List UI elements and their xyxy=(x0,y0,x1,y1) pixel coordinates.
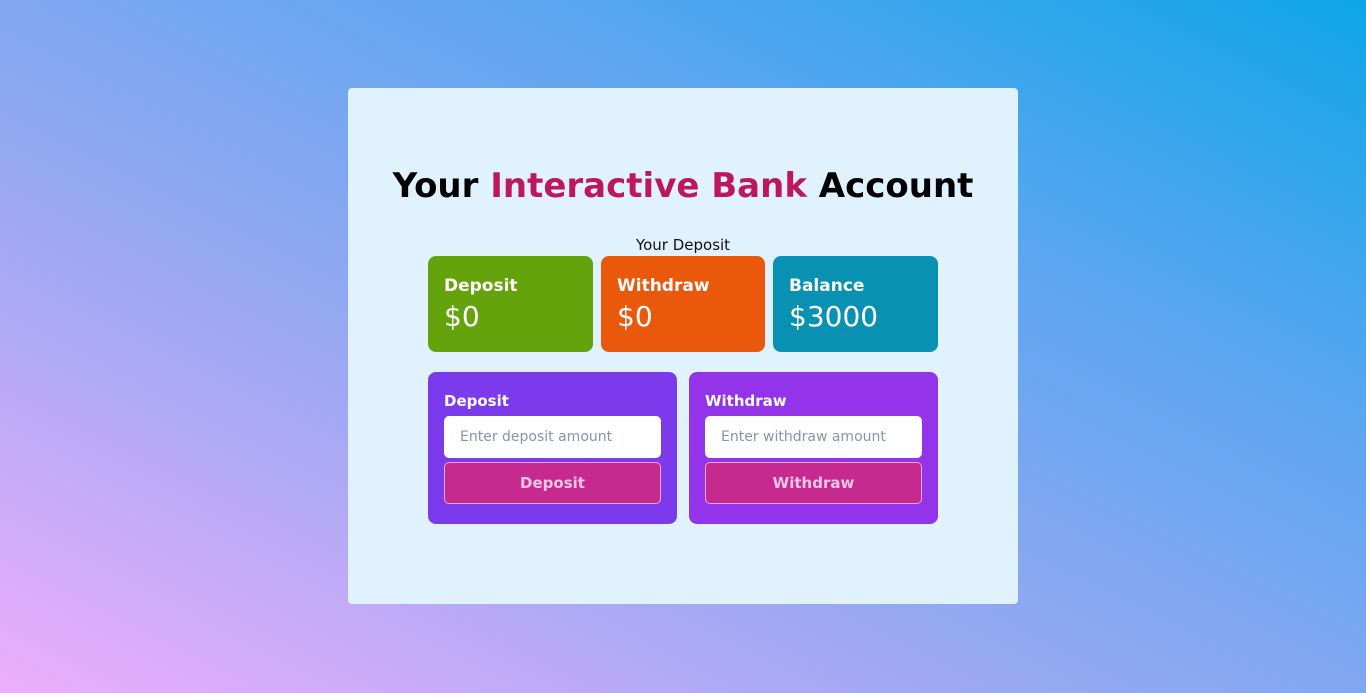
balance-stat-label: Balance xyxy=(789,276,865,296)
deposit-button[interactable]: Deposit xyxy=(444,462,661,504)
section-subtitle: Your Deposit xyxy=(635,236,731,254)
withdraw-stat-value: $0 xyxy=(617,300,653,333)
deposit-stat-label: Deposit xyxy=(444,276,518,296)
withdraw-button[interactable]: Withdraw xyxy=(705,462,922,504)
withdraw-form-label: Withdraw xyxy=(705,392,787,410)
title-part-1: Your xyxy=(392,166,491,206)
title-part-2: Account xyxy=(806,166,974,206)
balance-stat-value: $3000 xyxy=(789,300,879,333)
title-highlight: Interactive Bank xyxy=(490,166,807,206)
page-title: Your Interactive Bank Account xyxy=(0,166,1366,206)
deposit-stat-value: $0 xyxy=(444,300,480,333)
deposit-stat-card: Deposit $0 xyxy=(428,256,593,352)
deposit-form-label: Deposit xyxy=(444,392,509,410)
withdraw-form: Withdraw Withdraw xyxy=(689,372,938,524)
withdraw-stat-card: Withdraw $0 xyxy=(601,256,765,352)
deposit-form: Deposit Deposit xyxy=(428,372,677,524)
deposit-amount-input[interactable] xyxy=(444,416,661,458)
withdraw-amount-input[interactable] xyxy=(705,416,922,458)
balance-stat-card: Balance $3000 xyxy=(773,256,938,352)
withdraw-stat-label: Withdraw xyxy=(617,276,710,296)
